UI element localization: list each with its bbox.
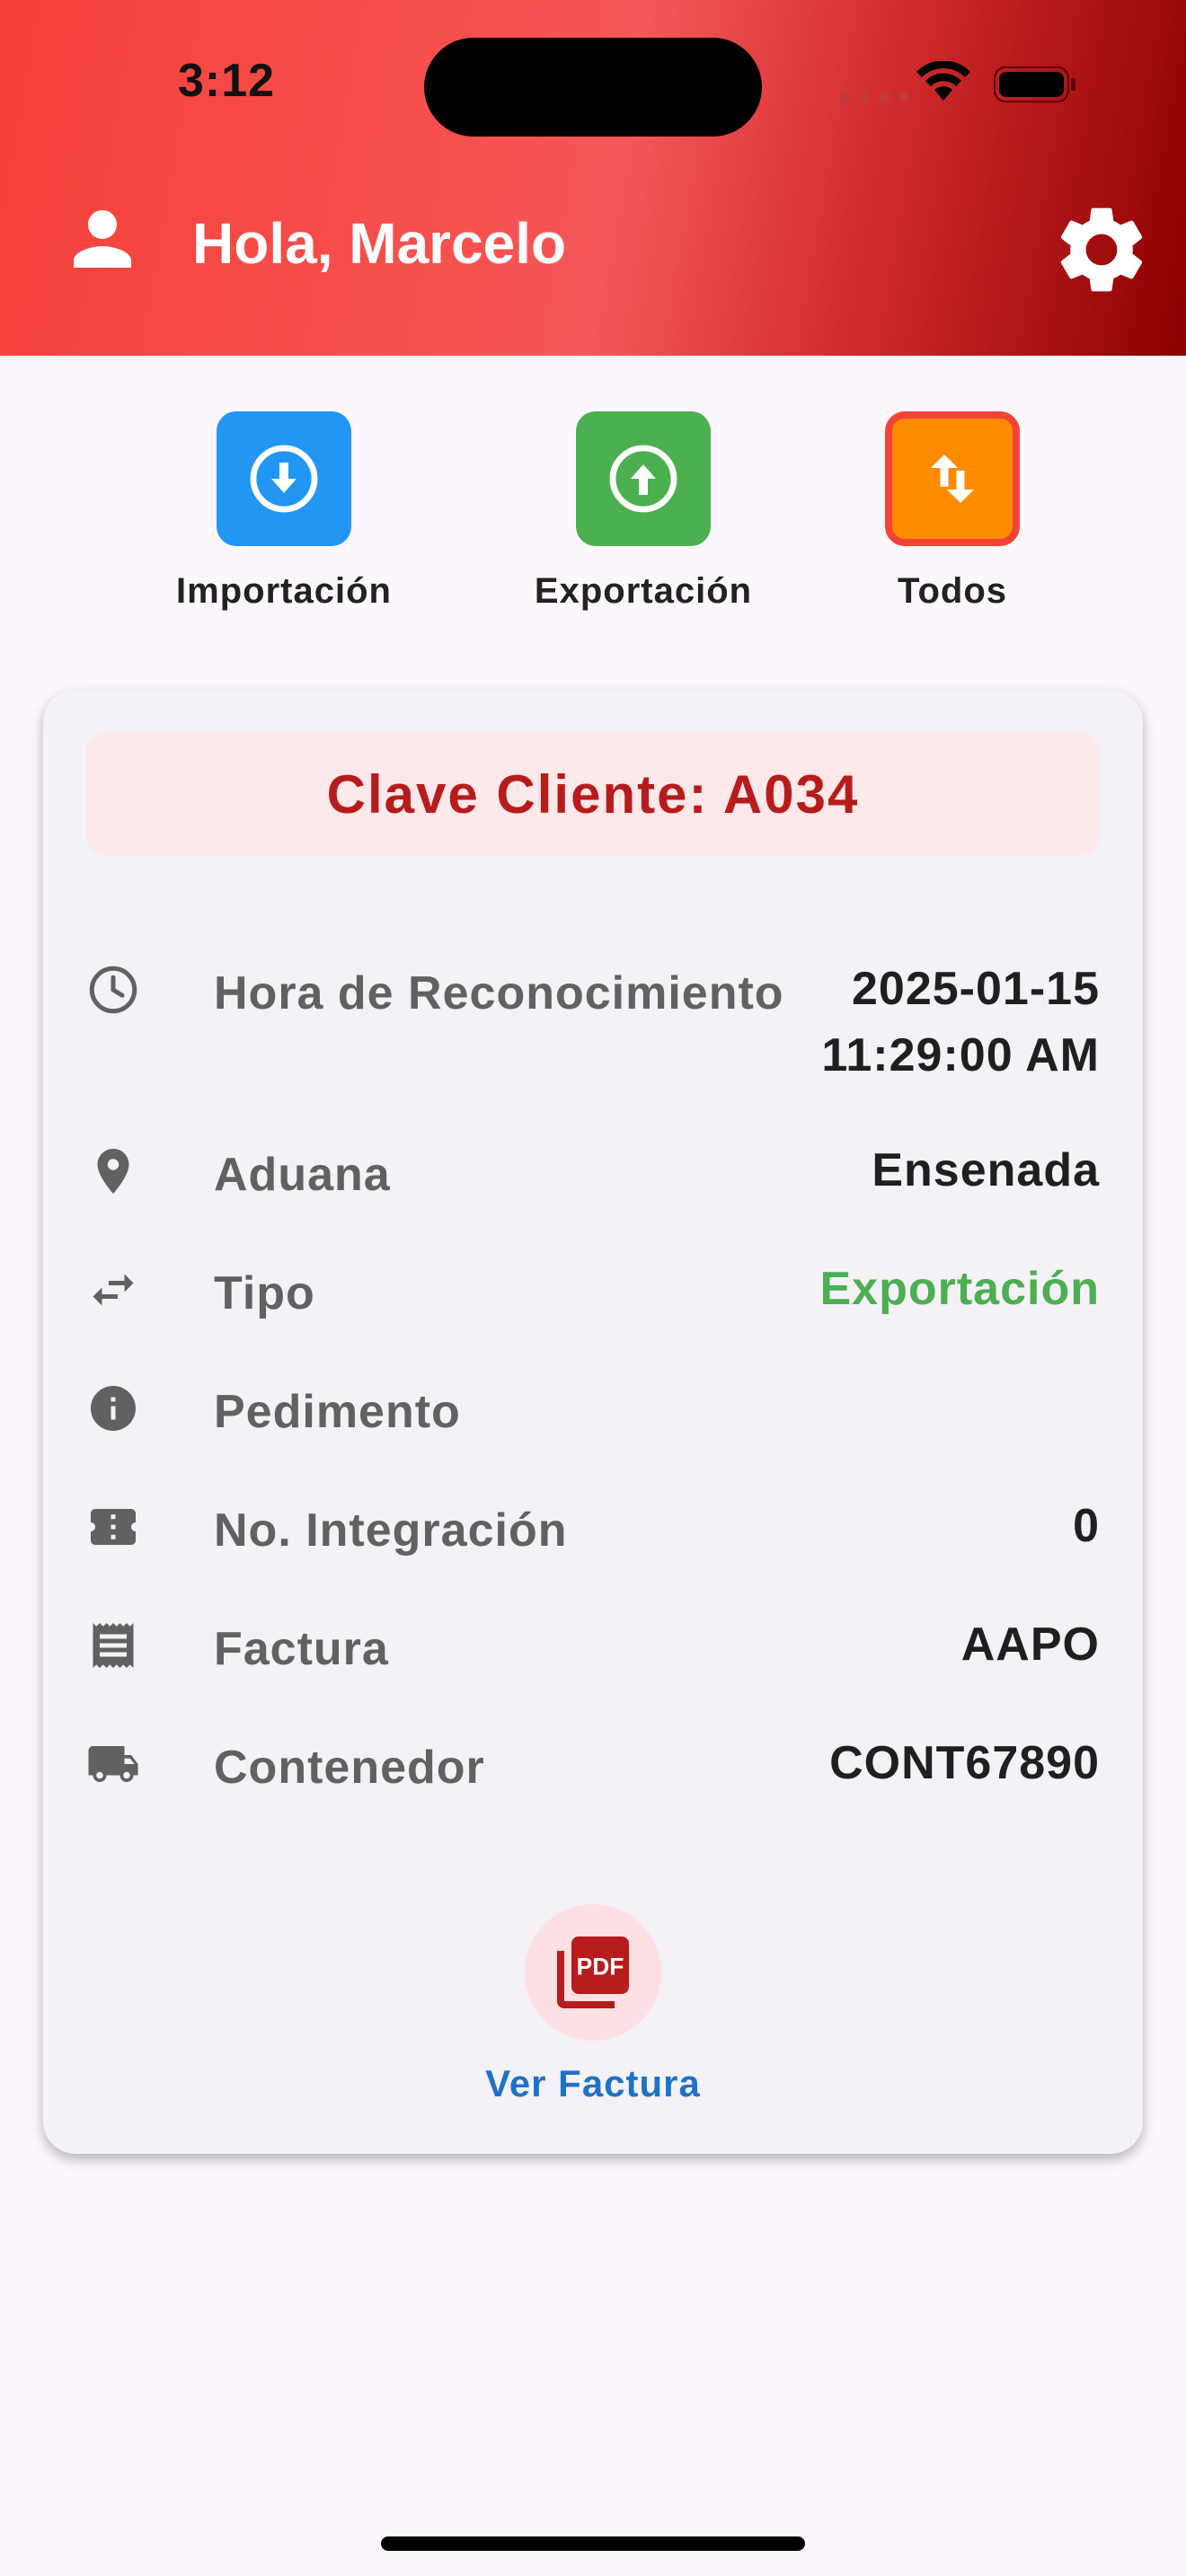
client-key-banner: Clave Cliente: A034 — [86, 733, 1100, 855]
clock-icon — [89, 966, 137, 1014]
row-pedimento: Pedimento — [86, 1380, 1100, 1442]
wifi-icon — [916, 61, 970, 101]
row-hora-reconocimiento: Hora de Reconocimiento 2025-01-15 11:29:… — [86, 961, 1100, 1096]
row-label: Factura — [214, 1623, 389, 1675]
status-time: 3:12 — [178, 55, 276, 107]
filter-exportacion-label: Exportación — [534, 571, 753, 611]
row-factura: Factura AAPO — [86, 1617, 1100, 1680]
shipment-card: Clave Cliente: A034 Hora de Reconocimien… — [43, 690, 1143, 2154]
filter-todos-tile[interactable] — [885, 411, 1020, 546]
filter-todos-label: Todos — [897, 571, 1007, 611]
row-label: No. Integración — [214, 1504, 568, 1557]
row-value-time: 11:29:00 AM — [821, 1029, 1100, 1081]
info-icon — [91, 1386, 136, 1431]
filter-todos-button[interactable]: Todos — [818, 411, 1087, 612]
cellular-signal-icon — [839, 92, 909, 102]
arrow-down-circle-icon — [250, 445, 318, 513]
dynamic-island — [424, 38, 762, 137]
row-value-date: 2025-01-15 — [852, 963, 1100, 1015]
user-avatar-icon[interactable] — [59, 196, 146, 282]
row-value: Ensenada — [872, 1144, 1100, 1196]
row-label: Pedimento — [214, 1386, 461, 1438]
truck-icon — [88, 1746, 138, 1782]
filter-importacion-label: Importación — [176, 571, 392, 611]
row-label: Contenedor — [214, 1742, 485, 1794]
swap-horizontal-icon — [93, 1274, 134, 1306]
arrow-up-circle-icon — [609, 445, 677, 513]
row-value: Exportación — [819, 1263, 1100, 1315]
ver-factura-button[interactable]: PDF — [525, 1904, 661, 2041]
swap-vertical-icon — [931, 454, 974, 503]
location-pin-icon — [97, 1149, 129, 1194]
filter-importacion-button[interactable]: Importación — [149, 411, 419, 612]
ver-factura-label[interactable]: Ver Factura — [43, 2062, 1143, 2105]
battery-icon — [994, 66, 1075, 102]
receipt-icon — [93, 1623, 134, 1668]
filter-exportacion-tile[interactable] — [576, 411, 711, 546]
filter-importacion-tile[interactable] — [217, 411, 351, 546]
row-label: Tipo — [214, 1267, 315, 1319]
app-header: 3:12 Hola, Marcelo — [0, 0, 1186, 356]
row-no-integracion: No. Integración 0 — [86, 1498, 1100, 1561]
row-tipo: Tipo Exportación — [86, 1261, 1100, 1324]
row-label: Hora de Reconocimiento — [214, 967, 784, 1019]
greeting-text: Hola, Marcelo — [192, 211, 567, 276]
row-aduana: Aduana Ensenada — [86, 1142, 1100, 1205]
row-value: AAPO — [960, 1619, 1100, 1671]
pdf-icon: PDF — [557, 1936, 629, 2008]
row-label: Aduana — [214, 1149, 391, 1201]
ticket-icon — [91, 1509, 136, 1545]
row-contenedor: Contenedor CONT67890 — [86, 1735, 1100, 1798]
row-value: 0 — [1073, 1500, 1100, 1552]
row-value: 2025-01-15 11:29:00 AM — [821, 956, 1100, 1089]
home-indicator[interactable] — [381, 2536, 805, 2551]
row-value: CONT67890 — [829, 1737, 1100, 1789]
filter-exportacion-button[interactable]: Exportación — [509, 411, 778, 612]
gear-icon[interactable] — [1049, 198, 1154, 302]
svg-text:PDF: PDF — [577, 1953, 624, 1980]
